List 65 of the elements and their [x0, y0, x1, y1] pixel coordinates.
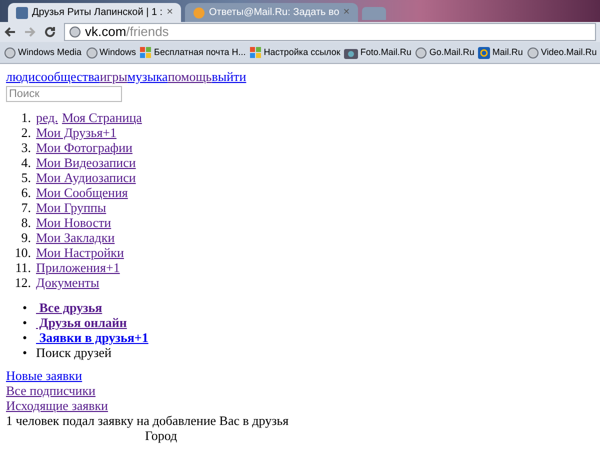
logo-icon: [16, 6, 28, 18]
link[interactable]: Мои Закладки: [36, 230, 115, 245]
link[interactable]: Мои Друзья+1: [36, 125, 117, 140]
bullet: •: [21, 300, 28, 315]
bullet: •: [21, 315, 28, 330]
list-number: 12.: [14, 275, 32, 290]
bookmark[interactable]: Настройка ссылок: [250, 46, 340, 60]
link[interactable]: Моя Страница: [62, 110, 142, 125]
bookmark[interactable]: Бесплатная почта Н...: [140, 46, 246, 60]
link[interactable]: Документы: [36, 275, 100, 290]
list-text: Поиск друзей: [36, 345, 112, 360]
list-number: 2.: [20, 125, 32, 140]
list-number: 7.: [20, 200, 32, 215]
tab-title: Друзья Риты Лапинской | 1 :: [32, 6, 163, 20]
link[interactable]: Все подписчики: [6, 383, 96, 398]
link[interactable]: сообщества: [35, 69, 100, 84]
link[interactable]: Мои Настройки: [36, 245, 124, 260]
bullet: •: [21, 330, 28, 345]
list-number: 4.: [20, 155, 32, 170]
link[interactable]: Заявки в друзья+1: [36, 330, 148, 345]
bookmark[interactable]: Windows Media: [4, 46, 82, 60]
list-number: 5.: [20, 170, 32, 185]
list-number: 1.: [20, 110, 32, 125]
link[interactable]: Мои Новости: [36, 215, 112, 230]
bullet: •: [21, 345, 28, 360]
list-number: 10.: [14, 245, 32, 260]
list-number: 3.: [20, 140, 32, 155]
link[interactable]: игры: [100, 69, 128, 84]
link[interactable]: Исходящие заявки: [6, 398, 108, 413]
link[interactable]: Мои Сообщения: [36, 185, 128, 200]
bookmark[interactable]: Go.Mail.Ru: [415, 46, 474, 60]
link[interactable]: Мои Аудиозаписи: [36, 170, 136, 185]
browser-tab[interactable]: Друзья Риты Лапинской | 1 : ×: [8, 3, 182, 22]
bookmark[interactable]: Foto.Mail.Ru: [344, 46, 412, 60]
windows-flag-icon: [140, 46, 152, 58]
bookmark[interactable]: Mail.Ru: [478, 46, 523, 60]
link[interactable]: люди: [6, 69, 36, 84]
list-number: 11.: [14, 260, 32, 275]
list-number: 8.: [20, 215, 32, 230]
address-field[interactable]: vk.com/friends: [64, 23, 596, 41]
url-text: vk.com/friends: [85, 23, 169, 42]
link[interactable]: музыка: [127, 69, 168, 84]
list-number: 9.: [20, 230, 32, 245]
link[interactable]: Новые заявки: [6, 368, 82, 383]
close-icon[interactable]: ×: [166, 4, 174, 21]
link[interactable]: выйти: [212, 69, 246, 84]
tab-title: Ответы@Mail.Ru: Задать во: [209, 6, 340, 20]
link[interactable]: Мои Фотографии: [36, 140, 132, 155]
camera-icon: [344, 46, 358, 58]
reload-icon[interactable]: [44, 26, 56, 38]
list-number: 6.: [20, 185, 32, 200]
link[interactable]: Мои Видеозаписи: [36, 155, 136, 170]
bookmark[interactable]: Windows: [86, 46, 136, 60]
column-heading: Город: [145, 428, 178, 443]
search-field[interactable]: Поиск: [6, 86, 122, 102]
back-arrow-icon[interactable]: [4, 26, 16, 38]
windows-flag-icon: [250, 46, 262, 58]
notice-text: 1 человек подал заявку на добавление Вас в друзья: [6, 413, 289, 428]
link[interactable]: Все друзья: [36, 300, 102, 315]
link[interactable]: Мои Группы: [36, 200, 106, 215]
link[interactable]: Приложения+1: [36, 260, 120, 275]
bookmark[interactable]: Video.Mail.Ru: [526, 46, 597, 60]
link[interactable]: Друзья онлайн: [36, 315, 127, 330]
link[interactable]: ред.: [36, 110, 58, 125]
link[interactable]: помощь: [168, 69, 212, 84]
